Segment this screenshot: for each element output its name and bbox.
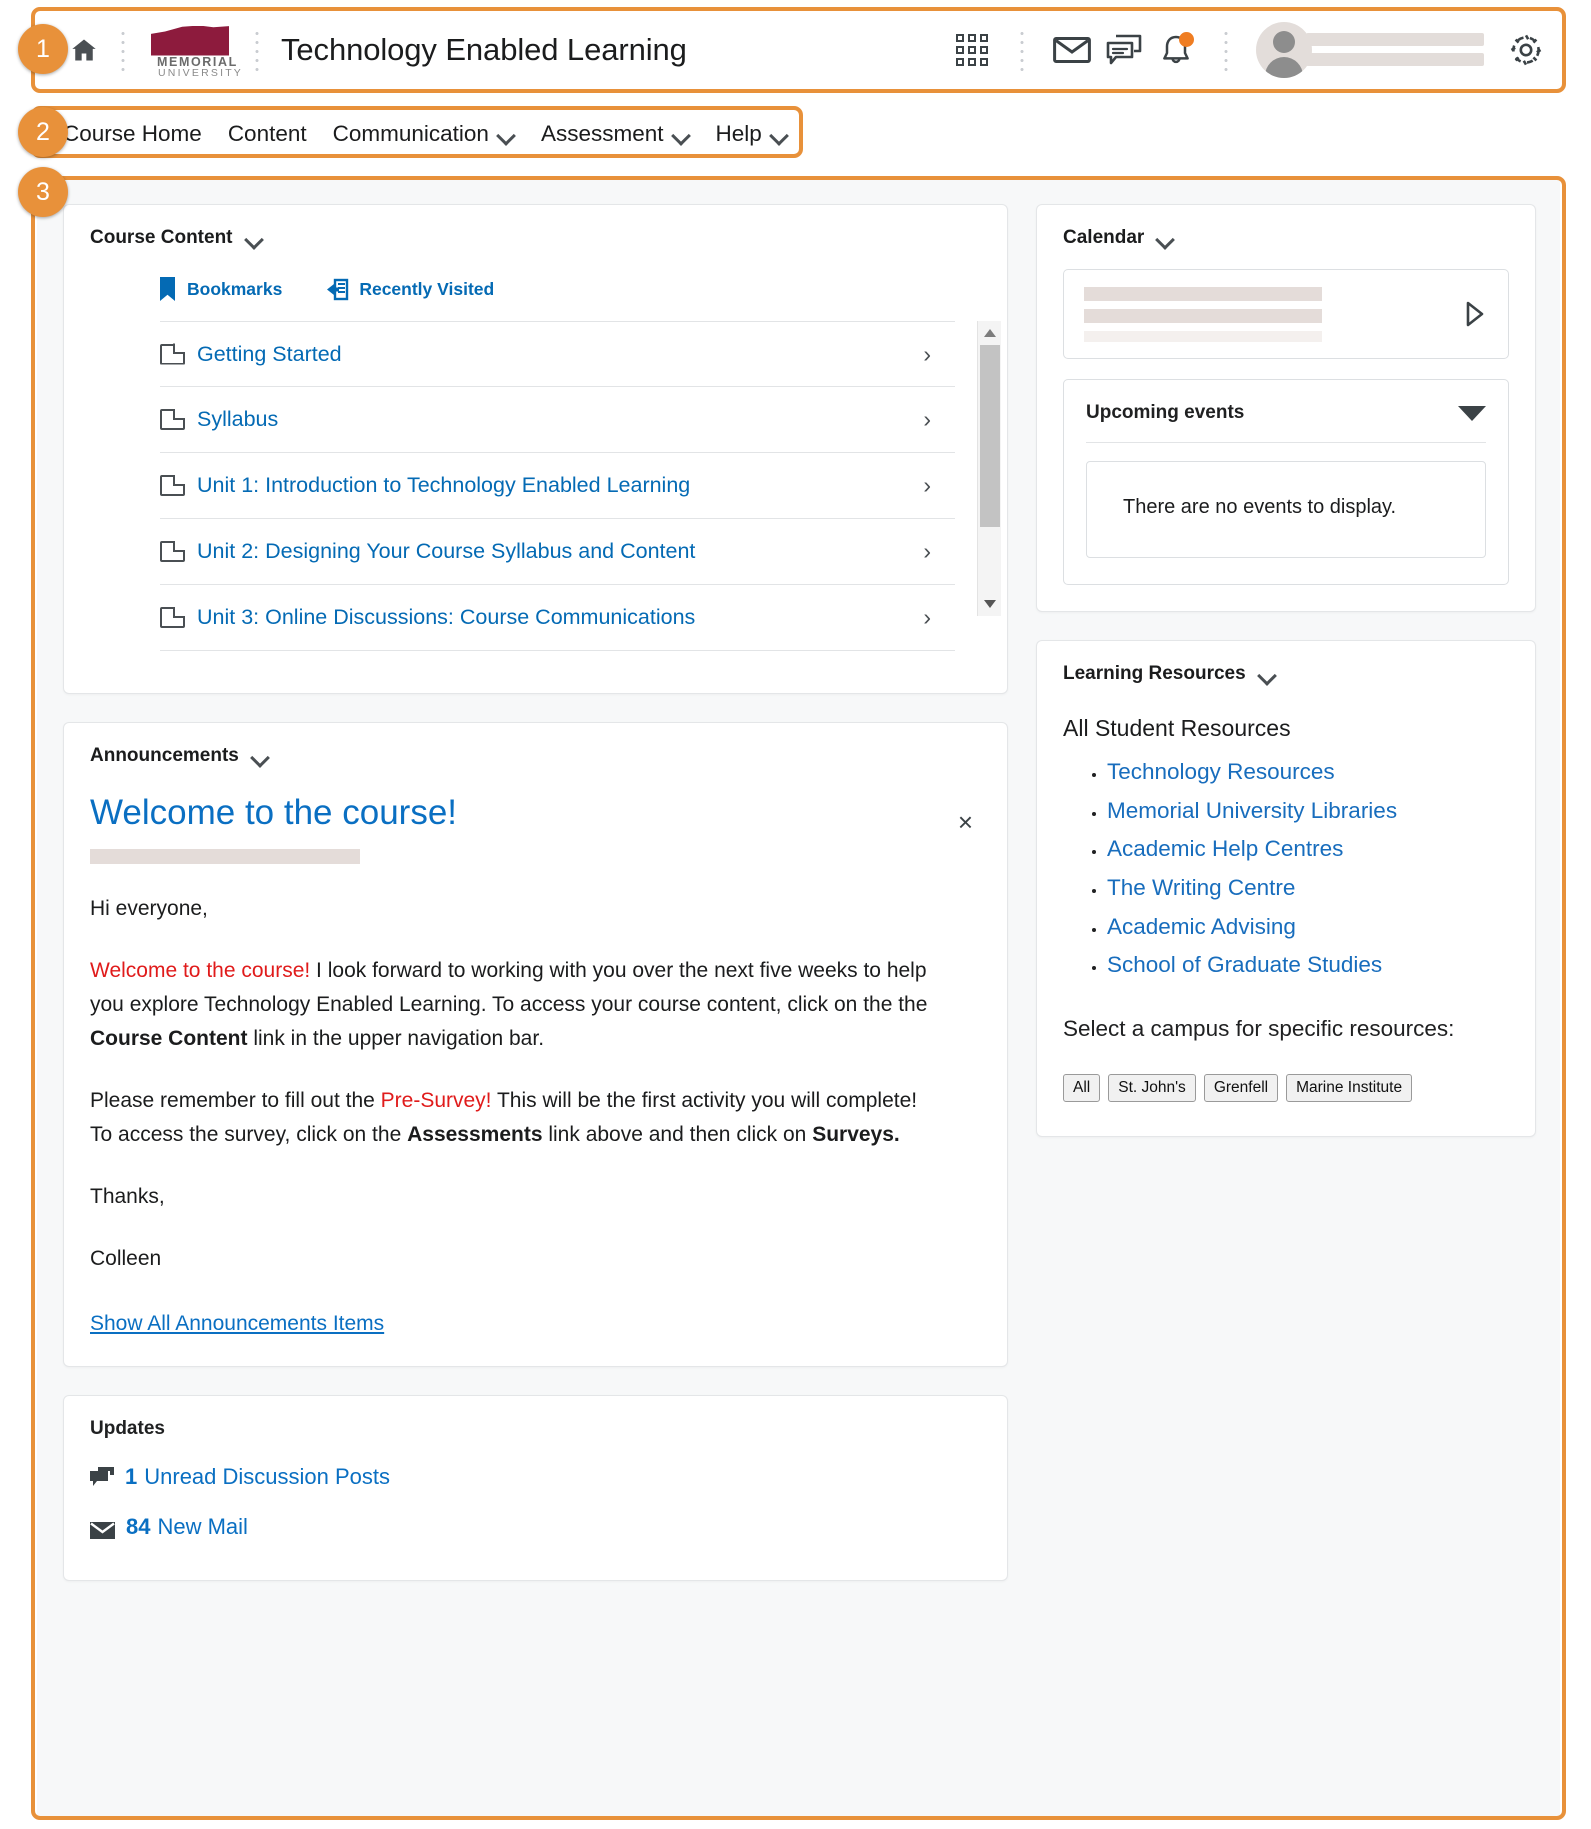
callout-box-navbar: [31, 106, 803, 158]
callout-badge-1: 1: [18, 24, 68, 74]
callout-badge-2: 2: [18, 107, 68, 157]
callout-box-main: [31, 176, 1566, 1820]
callout-badge-3: 3: [18, 167, 68, 217]
callout-box-header: [31, 7, 1566, 93]
